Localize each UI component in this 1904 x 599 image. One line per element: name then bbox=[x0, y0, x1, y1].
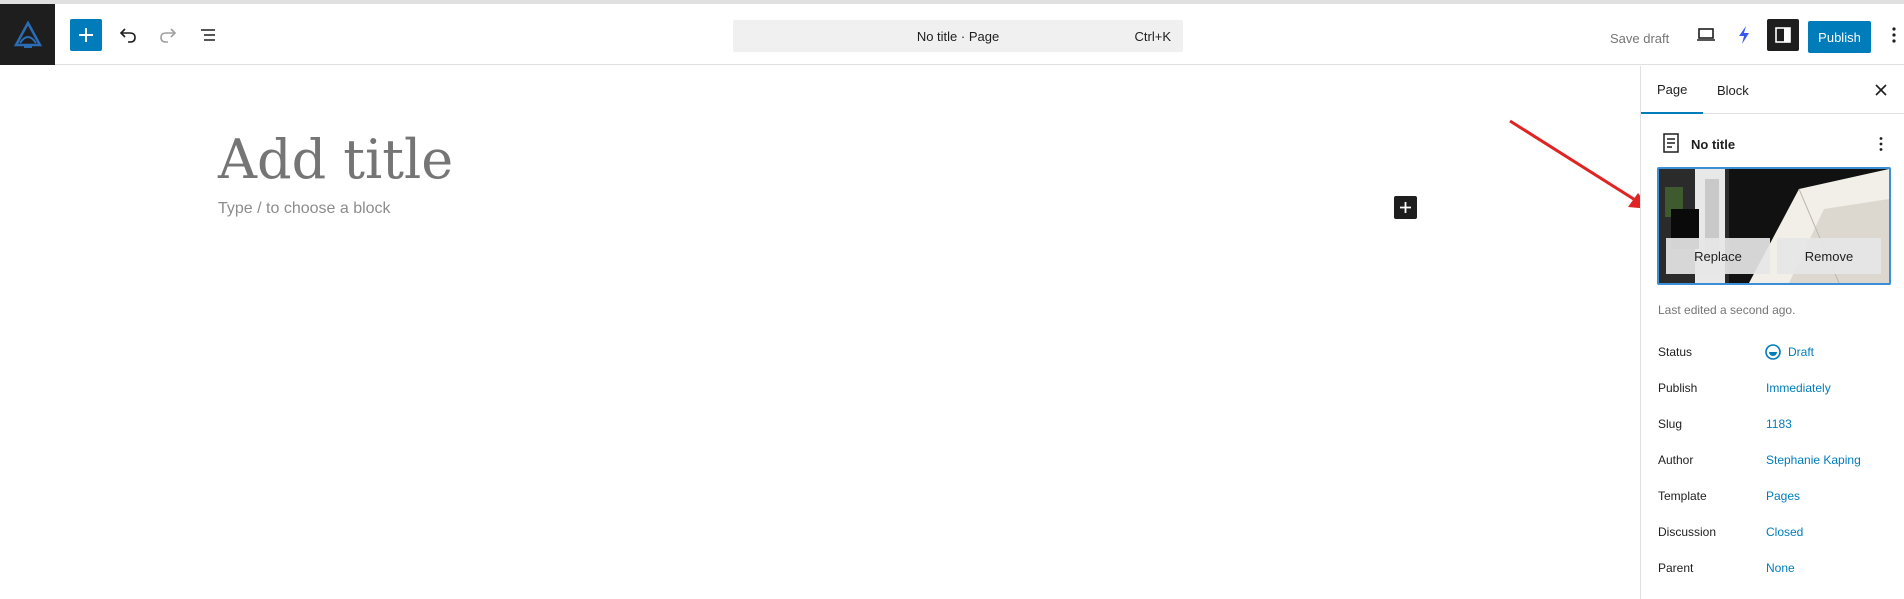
meta-row-slug: Slug 1183 bbox=[1658, 414, 1898, 434]
close-sidebar-button[interactable] bbox=[1869, 78, 1893, 102]
featured-image[interactable]: Replace Remove bbox=[1657, 167, 1891, 285]
title-input[interactable]: Add title bbox=[218, 128, 453, 191]
page-document-icon bbox=[1663, 133, 1679, 153]
draft-status-icon bbox=[1765, 344, 1781, 360]
remove-image-button[interactable]: Remove bbox=[1777, 238, 1881, 274]
save-draft-button[interactable]: Save draft bbox=[1610, 31, 1669, 46]
meta-label: Author bbox=[1658, 453, 1694, 467]
site-logo-icon[interactable] bbox=[0, 4, 55, 65]
post-title: No title bbox=[1691, 137, 1736, 152]
meta-row-discussion: Discussion Closed bbox=[1658, 522, 1898, 542]
block-inserter-button[interactable] bbox=[70, 19, 102, 51]
settings-sidebar-toggle[interactable] bbox=[1767, 19, 1799, 51]
discussion-value-button[interactable]: Closed bbox=[1766, 525, 1803, 539]
meta-label: Parent bbox=[1658, 561, 1694, 575]
tab-page[interactable]: Page bbox=[1641, 66, 1704, 114]
plus-icon bbox=[79, 28, 93, 42]
meta-label: Template bbox=[1658, 489, 1707, 503]
replace-image-button[interactable]: Replace bbox=[1666, 238, 1770, 274]
options-menu-button[interactable] bbox=[1884, 19, 1904, 51]
command-palette-bar[interactable]: No title · Page Ctrl+K bbox=[733, 20, 1183, 52]
meta-row-template: Template Pages bbox=[1658, 486, 1898, 506]
undo-button[interactable] bbox=[112, 19, 144, 51]
meta-row-parent: Parent None bbox=[1658, 558, 1898, 578]
meta-row-status: Status Draft bbox=[1658, 342, 1898, 362]
document-title: No title · Page bbox=[916, 29, 1000, 44]
settings-sidebar: Page Block No title Replace Remove Last … bbox=[1640, 66, 1904, 599]
meta-label: Discussion bbox=[1658, 525, 1717, 539]
meta-label: Publish bbox=[1658, 381, 1698, 395]
redo-icon bbox=[160, 28, 177, 43]
slug-value-button[interactable]: 1183 bbox=[1766, 417, 1792, 431]
close-icon bbox=[1875, 84, 1887, 96]
list-view-button[interactable] bbox=[192, 19, 224, 51]
annotation-arrow bbox=[1509, 119, 1650, 209]
sidebar-toggle-icon bbox=[1775, 27, 1791, 43]
redo-button[interactable] bbox=[152, 19, 184, 51]
more-vertical-icon bbox=[1879, 137, 1883, 151]
shortcut-hint: Ctrl+K bbox=[1134, 29, 1171, 44]
post-summary-header: No title bbox=[1661, 132, 1891, 156]
meta-row-author: Author Stephanie Kaping bbox=[1658, 450, 1898, 470]
publish-value-button[interactable]: Immediately bbox=[1766, 381, 1831, 395]
meta-label: Slug bbox=[1658, 417, 1683, 431]
editor-header: No title · Page Ctrl+K Save draft Publis… bbox=[0, 0, 1904, 65]
list-view-icon bbox=[201, 29, 215, 41]
meta-label: Status bbox=[1658, 345, 1693, 359]
status-value-button[interactable]: Draft bbox=[1788, 345, 1814, 359]
desktop-preview-icon bbox=[1697, 28, 1715, 41]
author-value-button[interactable]: Stephanie Kaping bbox=[1766, 453, 1861, 467]
post-actions-button[interactable] bbox=[1871, 132, 1891, 156]
more-vertical-icon bbox=[1892, 27, 1896, 43]
parent-value-button[interactable]: None bbox=[1766, 561, 1795, 575]
inline-inserter-button[interactable] bbox=[1394, 196, 1417, 219]
publish-button[interactable]: Publish bbox=[1808, 21, 1871, 53]
last-edited-text: Last edited a second ago. bbox=[1658, 303, 1796, 317]
tab-block[interactable]: Block bbox=[1701, 66, 1765, 114]
sidebar-tabs: Page Block bbox=[1641, 66, 1904, 114]
block-placeholder[interactable]: Type / to choose a block bbox=[218, 200, 391, 218]
lightning-bolt-icon bbox=[1739, 26, 1749, 44]
template-value-button[interactable]: Pages bbox=[1766, 489, 1800, 503]
editor-canvas: Add title Type / to choose a block bbox=[0, 66, 1640, 599]
meta-row-publish: Publish Immediately bbox=[1658, 378, 1898, 398]
preview-button[interactable] bbox=[1690, 19, 1722, 51]
undo-icon bbox=[119, 28, 136, 43]
performance-button[interactable] bbox=[1728, 19, 1760, 51]
plus-icon bbox=[1400, 202, 1411, 213]
